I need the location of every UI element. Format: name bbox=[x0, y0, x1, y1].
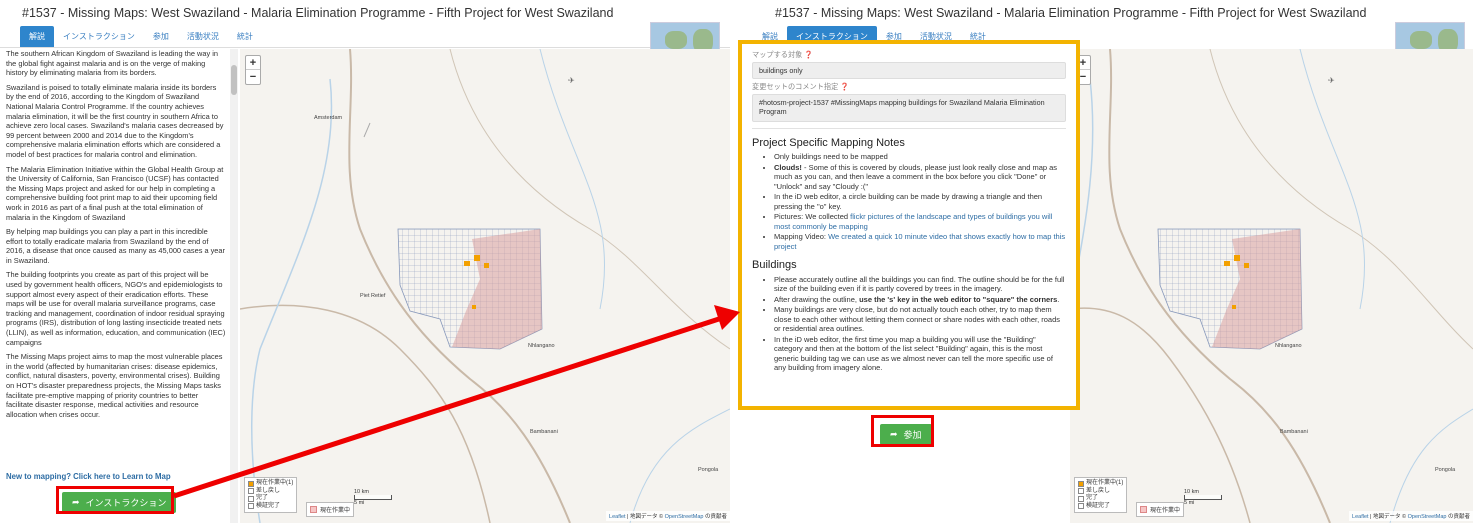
highlight-frame bbox=[871, 415, 934, 447]
buildings-list: Please accurately outline all the buildi… bbox=[752, 275, 1066, 373]
description-paragraph: The building footprints you create as pa… bbox=[6, 270, 226, 347]
attribution-tail: の貢献者 bbox=[703, 514, 727, 520]
tab-activity[interactable]: 活動状況 bbox=[178, 26, 228, 48]
list-item: Only buildings need to be mapped bbox=[774, 152, 1066, 162]
scale-mi: 5 mi bbox=[1184, 500, 1195, 506]
map-town-label: Amsterdam bbox=[314, 115, 343, 121]
list-item: Mapping Video: We created a quick 10 min… bbox=[774, 232, 1066, 251]
scale-mi: 5 mi bbox=[354, 500, 365, 506]
map-scale: 10 km 5 mi bbox=[1184, 489, 1222, 506]
zoom-out-button[interactable]: − bbox=[246, 70, 260, 84]
legend-item: 検証完了 bbox=[1086, 502, 1111, 509]
project-map[interactable]: ✈ Nhlangano Bambanani Pongola + − 現在作業中(… bbox=[1070, 49, 1473, 523]
description-paragraph: The southern African Kingdom of Swazilan… bbox=[6, 49, 218, 78]
leaflet-link[interactable]: Leaflet bbox=[609, 514, 626, 520]
legend-item: 差し戻し bbox=[256, 487, 281, 494]
list-item: Clouds! - Some of this is covered by clo… bbox=[774, 163, 1066, 192]
changeset-comment-value: #hotosm-project-1537 #MissingMaps mappin… bbox=[752, 93, 1066, 122]
notes-list: Only buildings need to be mapped Clouds!… bbox=[752, 152, 1066, 251]
attribution-text: | 地図データ © bbox=[1368, 514, 1408, 520]
list-item: In the iD web editor, a circle building … bbox=[774, 192, 1066, 211]
map-legend-locked: 現在作業中 bbox=[306, 502, 355, 517]
page-title: #1537 - Missing Maps: West Swaziland - M… bbox=[22, 6, 614, 20]
osm-link[interactable]: OpenStreetMap bbox=[665, 514, 704, 520]
legend-item: 検証完了 bbox=[256, 502, 281, 509]
map-attribution: Leaflet | 地図データ © OpenStreetMap の貢献者 bbox=[1349, 511, 1473, 521]
legend-item: 完了 bbox=[256, 495, 269, 501]
osm-link[interactable]: OpenStreetMap bbox=[1408, 514, 1447, 520]
instructions-panel: マップする対象 ❓ buildings only 変更セットのコメント指定 ❓ … bbox=[738, 40, 1080, 410]
description-panel: The southern African Kingdom of Swazilan… bbox=[0, 49, 232, 523]
map-town-label: Pongola bbox=[698, 467, 719, 473]
description-paragraph: The Missing Maps project aims to map the… bbox=[6, 352, 223, 419]
changeset-label: 変更セットのコメント指定 ❓ bbox=[752, 82, 850, 91]
scroll-thumb[interactable] bbox=[231, 65, 237, 95]
list-item: In the iD web editor, the first time you… bbox=[774, 335, 1066, 373]
map-legend: 現在作業中(1) 差し戻し 完了 検証完了 bbox=[1074, 477, 1128, 513]
page-title: #1537 - Missing Maps: West Swaziland - M… bbox=[775, 6, 1367, 20]
legend-item: 現在作業中 bbox=[320, 508, 351, 514]
attribution-text: | 地図データ © bbox=[625, 514, 665, 520]
description-paragraph: By helping map buildings you can play a … bbox=[6, 227, 225, 265]
tab-divider bbox=[0, 47, 730, 48]
zoom-control: + − bbox=[245, 55, 261, 85]
buildings-heading: Buildings bbox=[752, 259, 797, 271]
map-scale: 10 km 5 mi bbox=[354, 489, 392, 506]
zoom-in-button[interactable]: + bbox=[246, 56, 260, 70]
left-screenshot: #1537 - Missing Maps: West Swaziland - M… bbox=[0, 0, 730, 523]
map-town-label: Nhlangano bbox=[528, 343, 555, 349]
map-target-label: マップする対象 ❓ bbox=[752, 50, 814, 59]
legend-item: 完了 bbox=[1086, 495, 1099, 501]
sidebar-scrollbar[interactable] bbox=[230, 49, 238, 523]
map-town-label: Nhlangano bbox=[1275, 343, 1302, 349]
map-target-value: buildings only bbox=[752, 61, 1066, 79]
map-legend-locked: 現在作業中 bbox=[1136, 502, 1185, 517]
help-icon[interactable]: ❓ bbox=[804, 50, 813, 59]
attribution-tail: の貢献者 bbox=[1446, 514, 1470, 520]
map-town-label: Piet Retief bbox=[360, 293, 386, 299]
map-town-label: Bambanani bbox=[1280, 429, 1308, 435]
tab-description[interactable]: 解説 bbox=[20, 26, 54, 48]
map-legend: 現在作業中(1) 差し戻し 完了 検証完了 bbox=[244, 477, 298, 513]
project-map[interactable]: ✈ Amsterdam Piet Retief Nhlangano Bamban… bbox=[240, 49, 730, 523]
legend-item: 現在作業中(1) bbox=[256, 480, 294, 486]
map-attribution: Leaflet | 地図データ © OpenStreetMap の貢献者 bbox=[606, 511, 730, 521]
tab-instructions[interactable]: インストラクション bbox=[54, 26, 144, 48]
description-paragraph: Swaziland is poised to totally eliminate… bbox=[6, 82, 224, 159]
list-item: Please accurately outline all the buildi… bbox=[774, 275, 1066, 294]
list-item: Many buildings are very close, but do no… bbox=[774, 305, 1066, 334]
highlight-frame bbox=[56, 486, 174, 514]
map-town-label: Pongola bbox=[1435, 467, 1456, 473]
map-town-label: Bambanani bbox=[530, 429, 558, 435]
tab-contribute[interactable]: 参加 bbox=[144, 26, 178, 48]
svg-text:✈: ✈ bbox=[1328, 76, 1335, 85]
tab-stats[interactable]: 統計 bbox=[228, 26, 262, 48]
description-paragraph: The Malaria Elimination Initiative withi… bbox=[6, 164, 224, 222]
list-item: Pictures: We collected flickr pictures o… bbox=[774, 212, 1066, 231]
legend-item: 現在作業中 bbox=[1150, 508, 1181, 514]
help-icon[interactable]: ❓ bbox=[840, 82, 849, 91]
map-canvas[interactable]: ✈ bbox=[1070, 49, 1473, 523]
notes-heading: Project Specific Mapping Notes bbox=[752, 136, 905, 149]
svg-text:✈: ✈ bbox=[568, 76, 575, 85]
list-item: After drawing the outline, use the 's' k… bbox=[774, 295, 1066, 305]
legend-item: 差し戻し bbox=[1086, 487, 1111, 494]
legend-item: 現在作業中(1) bbox=[1086, 480, 1124, 486]
tab-bar: 解説 インストラクション 参加 活動状況 統計 bbox=[20, 26, 262, 48]
leaflet-link[interactable]: Leaflet bbox=[1352, 514, 1369, 520]
learn-to-map-link[interactable]: New to mapping? Click here to Learn to M… bbox=[6, 472, 171, 481]
